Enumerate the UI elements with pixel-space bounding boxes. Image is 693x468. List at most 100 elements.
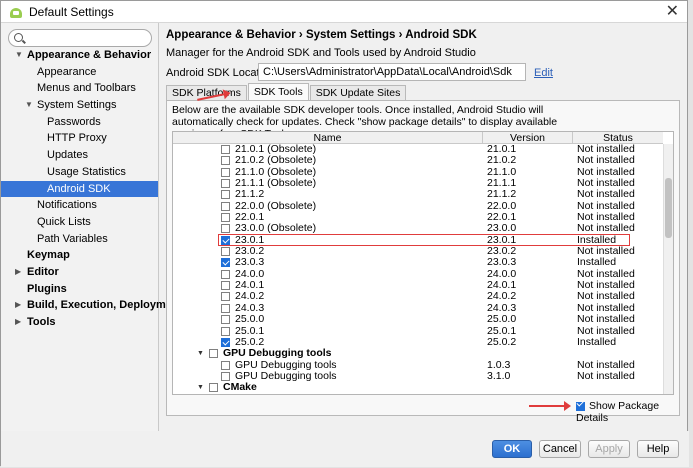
- package-checkbox[interactable]: [221, 145, 230, 154]
- package-checkbox[interactable]: [221, 179, 230, 189]
- package-checkbox[interactable]: [209, 383, 218, 393]
- package-checkbox[interactable]: [221, 292, 230, 302]
- show-details-checkbox[interactable]: [576, 401, 585, 411]
- package-name: 23.0.0 (Obsolete): [235, 222, 317, 235]
- package-checkbox[interactable]: [221, 371, 230, 381]
- dialog-footer: OK Cancel Apply Help: [1, 431, 689, 467]
- show-package-details[interactable]: Show Package Details: [576, 400, 679, 424]
- title-bar: Default Settings ✕: [1, 1, 687, 23]
- sidebar-item-label: Appearance: [37, 65, 97, 78]
- column-name[interactable]: Name: [173, 132, 483, 144]
- package-checkbox[interactable]: [221, 224, 230, 234]
- sidebar-item-label: Usage Statistics: [47, 165, 126, 178]
- sidebar-item-label: Keymap: [27, 249, 70, 262]
- expand-arrow-icon[interactable]: ▼: [197, 382, 204, 393]
- package-name: 24.0.2: [235, 290, 265, 303]
- table-row[interactable]: 21.0.2 (Obsolete) 21.0.2 Not installed: [173, 155, 663, 166]
- expand-arrow-icon[interactable]: ▼: [25, 97, 33, 114]
- sidebar-item-label: Menus and Toolbars: [37, 82, 136, 95]
- package-status: Not installed: [577, 199, 635, 212]
- table-group-row[interactable]: ▼ GPU Debugging tools: [173, 348, 663, 359]
- show-details-label: Show Package Details: [576, 400, 660, 424]
- package-checkbox[interactable]: [221, 315, 230, 325]
- package-status: Installed: [577, 335, 617, 348]
- sidebar-item-android-sdk[interactable]: Android SDK: [1, 180, 158, 198]
- search-input[interactable]: [27, 31, 147, 45]
- table-scrollbar[interactable]: [663, 144, 673, 394]
- breadcrumb: Appearance & Behavior › System Settings …: [166, 29, 477, 41]
- collapse-arrow-icon[interactable]: ▶: [15, 314, 21, 331]
- close-icon[interactable]: ✕: [666, 3, 679, 21]
- package-name: 22.0.0 (Obsolete): [235, 199, 317, 212]
- package-checkbox[interactable]: [221, 269, 230, 279]
- tab-sdk-tools[interactable]: SDK Tools: [247, 83, 309, 100]
- table-group-row[interactable]: ▼ CMake: [173, 382, 663, 393]
- sidebar-item-http-proxy[interactable]: HTTP Proxy: [1, 130, 158, 147]
- package-checkbox[interactable]: [221, 167, 230, 177]
- package-name: 23.0.2: [235, 245, 265, 258]
- package-status: Not installed: [577, 301, 635, 314]
- package-checkbox[interactable]: [221, 156, 230, 166]
- package-version: 21.0.2: [487, 154, 517, 167]
- package-name: GPU Debugging tools: [235, 358, 337, 371]
- sidebar-item-keymap[interactable]: Keymap: [1, 247, 158, 264]
- package-checkbox[interactable]: [221, 247, 230, 257]
- edit-link[interactable]: Edit: [534, 67, 553, 79]
- sdk-location-field[interactable]: [258, 63, 526, 81]
- collapse-arrow-icon[interactable]: ▶: [15, 264, 21, 281]
- sidebar-item-label: Android SDK: [47, 182, 111, 195]
- package-version: 22.0.0: [487, 199, 517, 212]
- sidebar-item-usage-statistics[interactable]: Usage Statistics: [1, 164, 158, 181]
- scroll-thumb[interactable]: [665, 178, 672, 238]
- sidebar-item-plugins[interactable]: Plugins: [1, 281, 158, 298]
- package-status: Not installed: [577, 165, 635, 178]
- package-name: CMake: [223, 381, 257, 394]
- collapse-arrow-icon[interactable]: ▶: [15, 297, 21, 314]
- sidebar-item-label: Plugins: [27, 282, 67, 295]
- package-name: GPU Debugging tools: [235, 369, 337, 382]
- package-checkbox[interactable]: [221, 337, 230, 347]
- sidebar-item-label: Notifications: [37, 199, 97, 212]
- package-checkbox[interactable]: [221, 201, 230, 211]
- package-checkbox[interactable]: [209, 349, 218, 359]
- apply-button[interactable]: Apply: [588, 440, 630, 458]
- sidebar-item-appearance-behavior[interactable]: ▼ Appearance & Behavior: [1, 47, 158, 64]
- package-checkbox[interactable]: [221, 326, 230, 336]
- sidebar-item-build-execution-deployment[interactable]: ▶ Build, Execution, Deployment: [1, 297, 182, 314]
- package-checkbox[interactable]: [221, 281, 230, 291]
- content-pane: Appearance & Behavior › System Settings …: [160, 23, 688, 431]
- sidebar-item-appearance[interactable]: Appearance: [1, 64, 158, 81]
- package-checkbox[interactable]: [221, 258, 230, 268]
- expand-arrow-icon[interactable]: ▼: [197, 348, 204, 359]
- sidebar-item-notifications[interactable]: Notifications: [1, 197, 158, 214]
- settings-search[interactable]: [8, 29, 152, 47]
- sidebar-item-path-variables[interactable]: Path Variables: [1, 231, 158, 248]
- page-description: Manager for the Android SDK and Tools us…: [166, 47, 476, 59]
- package-checkbox[interactable]: [221, 190, 230, 200]
- sidebar-item-passwords[interactable]: Passwords: [1, 114, 158, 131]
- sidebar-item-menus-and-toolbars[interactable]: Menus and Toolbars: [1, 80, 158, 97]
- package-checkbox[interactable]: [221, 360, 230, 370]
- sidebar-item-quick-lists[interactable]: Quick Lists: [1, 214, 158, 231]
- ok-button[interactable]: OK: [492, 440, 532, 458]
- package-checkbox[interactable]: [221, 213, 230, 223]
- table-row[interactable]: 25.0.0 25.0.0 Not installed: [173, 314, 663, 325]
- sidebar-item-updates[interactable]: Updates: [1, 147, 158, 164]
- package-status: Not installed: [577, 324, 635, 337]
- package-version: 21.1.0: [487, 165, 517, 178]
- package-version: 24.0.3: [487, 301, 517, 314]
- tab-sdk-update-sites[interactable]: SDK Update Sites: [309, 85, 407, 100]
- sidebar-item-label: Build, Execution, Deployment: [27, 299, 183, 312]
- sdk-tools-table: Name Version Status 21.0.1 (Obsolete) 21.…: [172, 131, 674, 395]
- expand-arrow-icon[interactable]: ▼: [15, 47, 23, 64]
- package-name: 21.1.0 (Obsolete): [235, 165, 317, 178]
- sidebar-item-system-settings[interactable]: ▼ System Settings: [1, 97, 158, 114]
- package-status: Not installed: [577, 222, 635, 235]
- help-button[interactable]: Help: [637, 440, 679, 458]
- package-checkbox[interactable]: [221, 303, 230, 313]
- highlight-box: [218, 233, 630, 246]
- cancel-button[interactable]: Cancel: [539, 440, 581, 458]
- sidebar-item-editor[interactable]: ▶ Editor: [1, 264, 158, 281]
- sidebar-item-label: Editor: [27, 265, 59, 278]
- sidebar-item-tools[interactable]: ▶ Tools: [1, 314, 158, 331]
